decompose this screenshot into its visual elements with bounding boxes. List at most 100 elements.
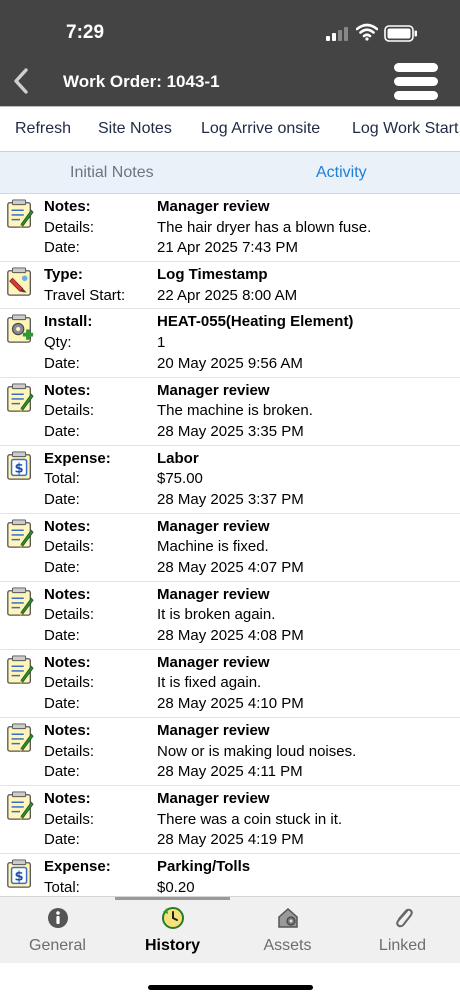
activity-line: Details: It is broken again. (0, 605, 460, 626)
activity-value: There was a coin stuck in it. (157, 810, 343, 828)
activity-label: Notes: (44, 585, 91, 603)
activity-value: Labor (157, 449, 199, 467)
status-time: 7:29 (66, 22, 105, 43)
tab-linked[interactable]: Linked (345, 897, 460, 964)
activity-value: 22 Apr 2025 8:00 AM (157, 286, 298, 304)
refresh-button[interactable]: Refresh (15, 120, 71, 138)
activity-row[interactable]: $ Expense: Labor Total: $75.00 Date: 28 May 20… (0, 446, 460, 514)
home-area (0, 963, 460, 999)
activity-value: 20 May 2025 9:56 AM (157, 354, 303, 372)
activity-line: Date: 20 May 2025 9:56 AM (0, 354, 460, 375)
tab-initial-notes[interactable]: Initial Notes (70, 164, 154, 182)
activity-row[interactable]: Notes: Manager review Details: Machine is f… (0, 514, 460, 582)
tab-assets[interactable]: Assets (230, 897, 345, 964)
activity-line: Date: 28 May 2025 4:19 PM (0, 830, 460, 851)
activity-value: 28 May 2025 4:11 PM (157, 763, 303, 781)
activity-label: Details: (44, 218, 95, 236)
activity-label: Date: (44, 354, 80, 372)
activity-label: Notes: (44, 789, 91, 807)
tab-general-label: General (29, 937, 86, 954)
log-arrive-onsite-button[interactable]: Log Arrive onsite (201, 120, 320, 138)
activity-value: Manager review (157, 517, 270, 535)
activity-label: Expense: (44, 857, 111, 875)
action-toolbar: Refresh Site Notes Log Arrive onsite Log… (0, 106, 460, 152)
activity-list: Notes: Manager review Details: The hair dry… (0, 194, 460, 896)
activity-line: Notes: Manager review (0, 381, 460, 402)
wifi-icon (356, 23, 378, 41)
hamburger-menu-icon[interactable] (394, 62, 438, 102)
activity-label: Date: (44, 422, 80, 440)
activity-value: $75.00 (157, 470, 203, 488)
activity-line: Qty: 1 (0, 333, 460, 354)
tab-activity[interactable]: Activity (316, 164, 367, 182)
activity-line: Notes: Manager review (0, 721, 460, 742)
activity-value: 28 May 2025 3:35 PM (157, 422, 304, 440)
info-icon (48, 908, 68, 928)
activity-row[interactable]: Notes: Manager review Details: There was a … (0, 786, 460, 854)
activity-line: Date: 28 May 2025 4:08 PM (0, 626, 460, 647)
activity-label: Notes: (44, 198, 91, 215)
activity-label: Details: (44, 538, 95, 556)
activity-row[interactable]: Notes: Manager review Details: The machine … (0, 378, 460, 446)
activity-line: Date: 28 May 2025 4:07 PM (0, 558, 460, 579)
activity-label: Date: (44, 763, 80, 781)
activity-row[interactable]: Type: Log Timestamp Travel Start: 22 Apr 20… (0, 262, 460, 310)
activity-value: 28 May 2025 4:08 PM (157, 627, 304, 645)
history-icon (162, 907, 184, 929)
activity-row[interactable]: Notes: Manager review Details: Now or is ma… (0, 718, 460, 786)
activity-row[interactable]: Install: HEAT-055(Heating Element) Qty: 1 Da… (0, 309, 460, 378)
activity-line: Expense: Labor (0, 449, 460, 470)
activity-label: Details: (44, 742, 95, 760)
site-notes-button[interactable]: Site Notes (98, 120, 172, 138)
activity-label: Details: (44, 402, 95, 420)
activity-row[interactable]: Notes: Manager review Details: It is fixed … (0, 650, 460, 718)
activity-value: 28 May 2025 3:37 PM (157, 490, 304, 508)
activity-line: Notes: Manager review (0, 653, 460, 674)
activity-line: Notes: Manager review (0, 197, 460, 218)
activity-value: Manager review (157, 653, 270, 671)
activity-line: Date: 21 Apr 2025 7:43 PM (0, 238, 460, 259)
paperclip-icon (396, 908, 413, 928)
activity-line: Details: It is fixed again. (0, 673, 460, 694)
activity-value: Parking/Tolls (157, 857, 251, 875)
activity-value: The hair dryer has a blown fuse. (157, 218, 372, 236)
activity-value: Manager review (157, 585, 270, 603)
activity-value: The machine is broken. (157, 402, 313, 420)
bottom-tab-bar: General History Assets Linked (0, 896, 460, 963)
tab-general[interactable]: General (0, 897, 115, 964)
activity-line: Travel Start: 22 Apr 2025 8:00 AM (0, 286, 460, 307)
activity-line: Date: 28 May 2025 4:10 PM (0, 694, 460, 715)
activity-row[interactable]: $ Expense: Parking/Tolls Total: $0.20 (0, 854, 460, 896)
log-work-start-button[interactable]: Log Work Start (352, 120, 458, 138)
activity-value: Manager review (157, 198, 270, 215)
activity-label: Notes: (44, 517, 91, 535)
activity-value: Log Timestamp (157, 266, 268, 284)
activity-row[interactable]: Notes: Manager review Details: The hair dry… (0, 194, 460, 263)
activity-label: Expense: (44, 449, 111, 467)
home-indicator[interactable] (148, 985, 313, 990)
tab-assets-label: Assets (263, 937, 312, 954)
assets-icon (278, 907, 298, 928)
activity-row[interactable]: Notes: Manager review Details: It is broken… (0, 582, 460, 650)
activity-label: Date: (44, 490, 80, 508)
tab-linked-label: Linked (378, 937, 427, 954)
activity-label: Type: (44, 266, 83, 284)
segment-tabs: Initial Notes Activity (0, 152, 460, 194)
back-chevron-icon[interactable] (10, 64, 34, 98)
activity-value: HEAT-055(Heating Element) (157, 313, 354, 331)
activity-value: Manager review (157, 381, 270, 399)
activity-value: 1 (157, 334, 166, 352)
activity-value: 28 May 2025 4:19 PM (157, 831, 304, 849)
app-header: 7:29 Work Order: 1043-1 (0, 0, 460, 106)
activity-label: Date: (44, 239, 80, 257)
activity-line: Details: There was a coin stuck in it. (0, 810, 460, 831)
activity-value: 28 May 2025 4:10 PM (157, 695, 304, 713)
activity-value: It is fixed again. (157, 674, 262, 692)
tab-history[interactable]: History (115, 897, 230, 964)
activity-value: It is broken again. (157, 606, 276, 624)
activity-line: Total: $0.20 (0, 878, 460, 896)
activity-label: Details: (44, 606, 95, 624)
activity-line: Date: 28 May 2025 3:35 PM (0, 422, 460, 443)
activity-label: Notes: (44, 381, 91, 399)
activity-line: Notes: Manager review (0, 585, 460, 606)
